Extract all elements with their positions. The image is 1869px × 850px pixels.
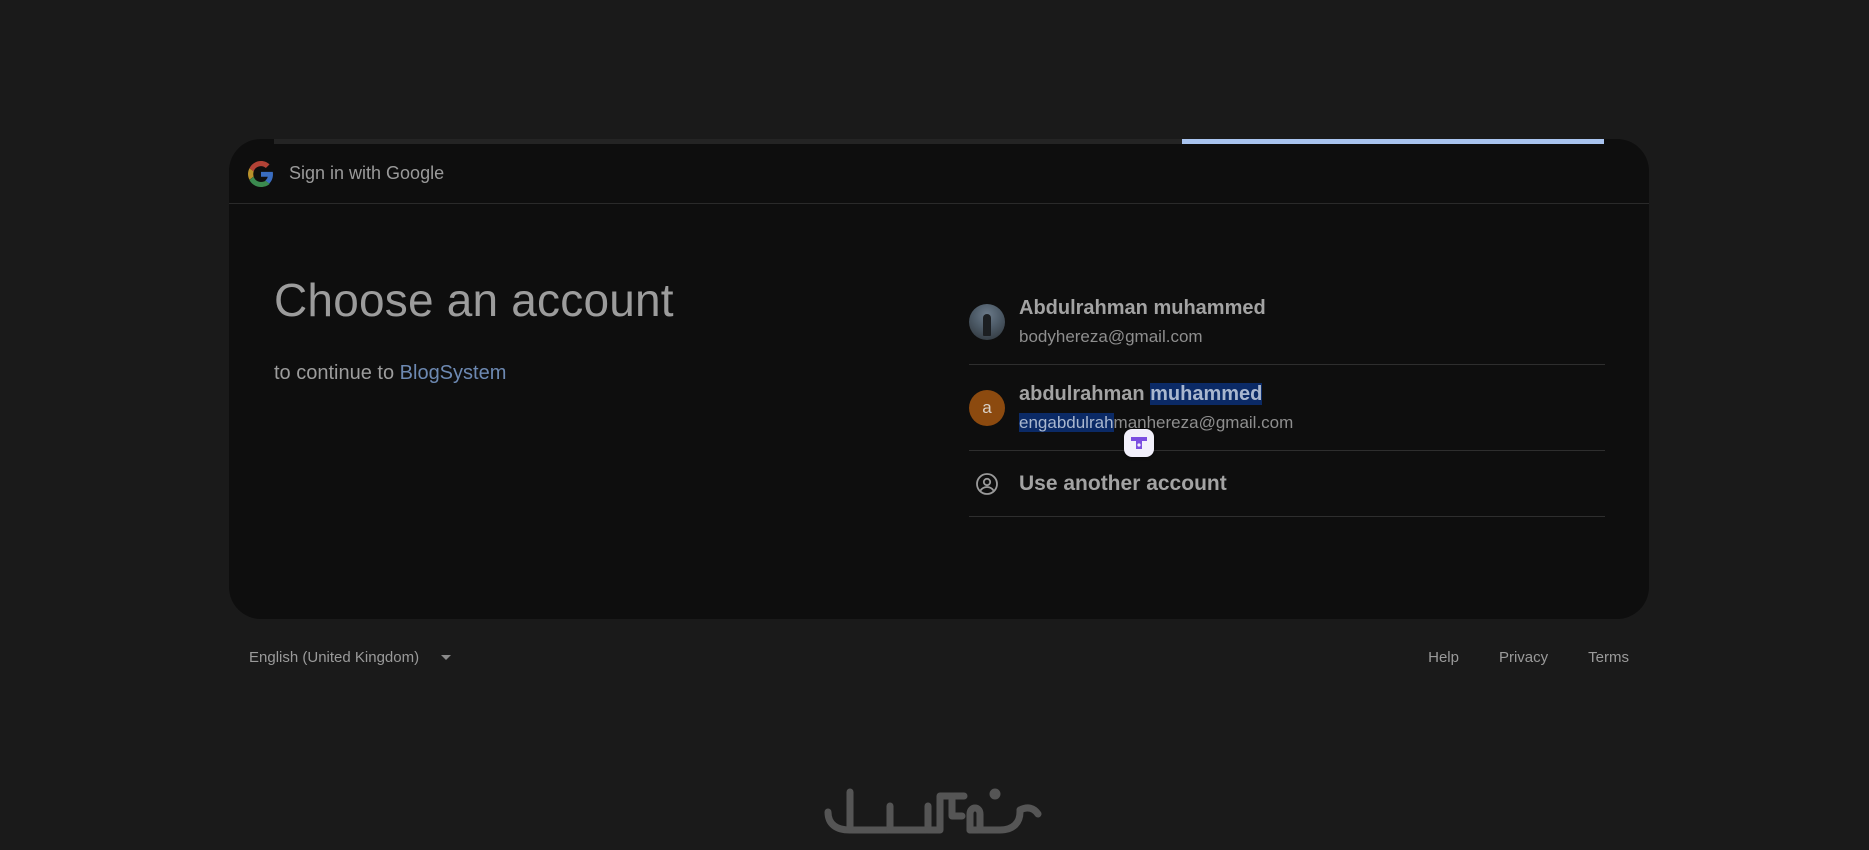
page-title: Choose an account — [274, 274, 674, 326]
privacy-link[interactable]: Privacy — [1499, 649, 1548, 666]
account-name: abdulrahman muhammed — [1019, 383, 1293, 405]
account-text: abdulrahman muhammed engabdulrahmanherez… — [1019, 383, 1293, 432]
account-text: Abdulrahman muhammed bodyhereza@gmail.co… — [1019, 298, 1266, 345]
app-name-link[interactable]: BlogSystem — [400, 362, 507, 384]
terms-link[interactable]: Terms — [1588, 649, 1629, 666]
account-email: bodyhereza@gmail.com — [1019, 327, 1203, 346]
account-row-2[interactable]: a abdulrahman muhammed engabdulrahmanher… — [969, 365, 1605, 451]
page: Sign in with Google Choose an account to… — [0, 0, 1869, 850]
footer: English (United Kingdom) Help Privacy Te… — [249, 647, 1629, 671]
avatar — [969, 303, 1005, 340]
header-title: Sign in with Google — [289, 163, 445, 183]
google-g-logo-icon — [248, 160, 274, 187]
account-email: engabdulrahmanhereza@gmail.com — [1019, 413, 1293, 432]
card-header: Sign in with Google — [229, 144, 1649, 204]
watermark-logo — [820, 782, 1048, 838]
language-label: English (United Kingdom) — [249, 649, 420, 666]
subtitle: to continue to BlogSystem — [274, 362, 506, 385]
subtitle-prefix: to continue to — [274, 362, 395, 384]
avatar: a — [969, 389, 1005, 426]
translate-extension-icon[interactable] — [1124, 429, 1154, 457]
chevron-down-icon — [441, 655, 452, 660]
account-row-1[interactable]: Abdulrahman muhammed bodyhereza@gmail.co… — [969, 279, 1605, 365]
selected-text: muhammed — [1150, 383, 1263, 405]
footer-links: Help Privacy Terms — [1388, 649, 1629, 666]
account-list: Abdulrahman muhammed bodyhereza@gmail.co… — [969, 279, 1605, 517]
selected-text: engabdulrah — [1019, 413, 1114, 432]
account-name-part: abdulrahman — [1019, 383, 1151, 405]
person-circle-icon — [969, 466, 1005, 502]
help-link[interactable]: Help — [1428, 649, 1459, 666]
use-another-account-button[interactable]: Use another account — [969, 451, 1605, 517]
language-select[interactable]: English (United Kingdom) — [249, 649, 452, 666]
use-another-account-label: Use another account — [1019, 471, 1227, 495]
account-name: Abdulrahman muhammed — [1019, 297, 1266, 319]
sign-in-card: Sign in with Google Choose an account to… — [229, 139, 1649, 619]
